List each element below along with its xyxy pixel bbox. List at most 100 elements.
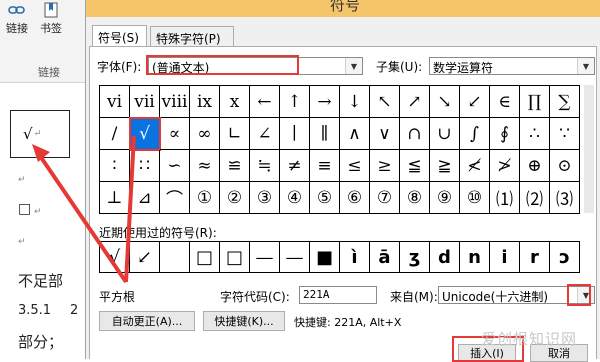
recent-symbol-cell[interactable]: — xyxy=(280,242,310,273)
document-symbol-box[interactable]: √ ↵ xyxy=(10,110,70,158)
symbol-cell[interactable]: / xyxy=(100,118,130,150)
symbol-cell[interactable]: ∨ xyxy=(370,118,400,150)
symbol-cell[interactable]: ↑ xyxy=(280,86,310,118)
symbol-cell[interactable]: ∶ xyxy=(100,150,130,182)
recent-symbol-cell[interactable]: i xyxy=(490,242,520,273)
symbol-cell[interactable]: ∮ xyxy=(490,118,520,150)
recent-symbol-cell[interactable]: ɔ xyxy=(550,242,580,273)
symbol-cell[interactable]: ⑤ xyxy=(310,182,340,214)
symbol-cell[interactable]: vii xyxy=(130,86,160,118)
symbol-grid-scrollbar[interactable] xyxy=(584,85,594,213)
symbol-cell[interactable]: → xyxy=(310,86,340,118)
symbol-cell[interactable]: ∞ xyxy=(190,118,220,150)
symbol-cell[interactable]: ③ xyxy=(250,182,280,214)
document-page[interactable]: √ ↵ ↵ □ ↵ ↵ 不足部 3.5.1 2 部分； xyxy=(0,83,86,359)
symbol-cell[interactable]: ∵ xyxy=(550,118,580,150)
symbol-cell[interactable]: ← xyxy=(250,86,280,118)
recent-symbol-cell[interactable]: ā xyxy=(370,242,400,273)
symbol-cell[interactable]: ∷ xyxy=(130,150,160,182)
symbol-cell[interactable]: ∠ xyxy=(250,118,280,150)
link-button-label: 链接 xyxy=(6,22,28,35)
symbol-cell[interactable]: ↓ xyxy=(340,86,370,118)
symbol-cell[interactable]: ∴ xyxy=(520,118,550,150)
recent-symbol-cell[interactable]: n xyxy=(460,242,490,273)
symbol-cell[interactable]: ≒ xyxy=(250,150,280,182)
symbol-cell[interactable]: ≌ xyxy=(220,150,250,182)
recent-symbol-cell[interactable]: r xyxy=(520,242,550,273)
symbol-cell[interactable]: ⑧ xyxy=(400,182,430,214)
symbol-cell[interactable]: √ xyxy=(129,117,161,151)
symbol-cell[interactable]: ↖ xyxy=(370,86,400,118)
symbol-cell[interactable]: ∧ xyxy=(340,118,370,150)
tab-symbols[interactable]: 符号(S) xyxy=(92,25,147,47)
symbol-cell[interactable]: ix xyxy=(190,86,220,118)
symbol-cell[interactable]: ↘ xyxy=(430,86,460,118)
subset-label: 子集(U): xyxy=(376,60,423,74)
symbol-cell[interactable]: ⑵ xyxy=(520,182,550,214)
bookmark-button-label: 书签 xyxy=(40,22,62,35)
symbol-cell[interactable]: ⌒ xyxy=(160,182,190,214)
symbol-cell[interactable]: ≈ xyxy=(190,150,220,182)
symbol-cell[interactable]: ⊥ xyxy=(100,182,130,214)
tab-special-characters[interactable]: 特殊字符(P) xyxy=(150,26,234,46)
symbol-cell[interactable]: ∟ xyxy=(220,118,250,150)
symbol-cell[interactable]: ∈ xyxy=(490,86,520,118)
symbol-cell[interactable]: ↗ xyxy=(400,86,430,118)
symbol-cell[interactable]: ≤ xyxy=(340,150,370,182)
autocorrect-button[interactable]: 自动更正(A)... xyxy=(99,311,195,331)
link-button[interactable]: 链接 xyxy=(0,2,34,40)
symbol-cell[interactable]: ∥ xyxy=(310,118,340,150)
chevron-down-icon[interactable]: ▼ xyxy=(345,58,362,74)
symbol-cell[interactable]: ∝ xyxy=(160,118,190,150)
symbol-cell[interactable]: ⑴ xyxy=(490,182,520,214)
recent-symbol-cell[interactable]: ↙ xyxy=(130,242,160,273)
paragraph-mark: ↵ xyxy=(18,237,26,247)
chevron-down-icon[interactable]: ▼ xyxy=(577,58,594,74)
symbol-cell[interactable]: ≦ xyxy=(400,150,430,182)
symbol-cell[interactable]: ∫ xyxy=(460,118,490,150)
font-label: 字体(F): xyxy=(97,60,142,74)
symbol-cell[interactable]: ∏ xyxy=(520,86,550,118)
symbol-cell[interactable]: ∽ xyxy=(160,150,190,182)
recent-symbol-cell[interactable]: ʒ xyxy=(400,242,430,273)
recent-symbol-cell[interactable]: ■ xyxy=(310,242,340,273)
symbol-cell[interactable]: ⊿ xyxy=(130,182,160,214)
symbol-cell[interactable]: ≧ xyxy=(430,150,460,182)
shortcut-key-button[interactable]: 快捷键(K)... xyxy=(203,311,285,331)
bookmark-button[interactable]: 书签 xyxy=(34,2,68,40)
document-line-1: 不足部 xyxy=(18,272,64,290)
symbol-cell[interactable]: vi xyxy=(100,86,130,118)
subset-select[interactable]: 数学运算符 ▼ xyxy=(429,57,595,75)
symbol-cell[interactable]: ⑩ xyxy=(460,182,490,214)
symbol-cell[interactable]: ⑶ xyxy=(550,182,580,214)
symbol-cell[interactable]: ≡ xyxy=(310,150,340,182)
symbol-cell[interactable]: ⑦ xyxy=(370,182,400,214)
symbol-cell[interactable]: ⑨ xyxy=(430,182,460,214)
recent-symbol-cell[interactable] xyxy=(160,242,190,273)
recent-symbol-cell[interactable]: d xyxy=(430,242,460,273)
symbol-cell[interactable]: ⊕ xyxy=(520,150,550,182)
dialog-title-bar[interactable]: 符号 xyxy=(86,0,600,17)
symbol-cell[interactable]: ↙ xyxy=(460,86,490,118)
recent-symbol-cell[interactable]: □ xyxy=(220,242,250,273)
symbol-cell[interactable]: ④ xyxy=(280,182,310,214)
symbol-cell[interactable]: ① xyxy=(190,182,220,214)
symbol-cell[interactable]: ∩ xyxy=(400,118,430,150)
symbol-cell[interactable]: ≠ xyxy=(280,150,310,182)
symbol-cell[interactable]: ⑥ xyxy=(340,182,370,214)
symbol-cell[interactable]: ≯ xyxy=(490,150,520,182)
recent-symbol-cell[interactable]: □ xyxy=(190,242,220,273)
symbol-cell[interactable]: x xyxy=(220,86,250,118)
symbol-cell[interactable]: ∑ xyxy=(550,86,580,118)
symbol-cell[interactable]: ∪ xyxy=(430,118,460,150)
recent-symbol-cell[interactable]: — xyxy=(250,242,280,273)
symbol-cell[interactable]: ② xyxy=(220,182,250,214)
symbol-cell[interactable]: ∣ xyxy=(280,118,310,150)
char-code-field[interactable]: 221A xyxy=(299,286,377,304)
recent-symbol-cell[interactable]: ì xyxy=(340,242,370,273)
symbol-cell[interactable]: ⊙ xyxy=(550,150,580,182)
symbol-cell[interactable]: ≥ xyxy=(370,150,400,182)
recent-symbol-cell[interactable]: √ xyxy=(100,242,130,273)
symbol-cell[interactable]: viii xyxy=(160,86,190,118)
symbol-cell[interactable]: ≮ xyxy=(460,150,490,182)
